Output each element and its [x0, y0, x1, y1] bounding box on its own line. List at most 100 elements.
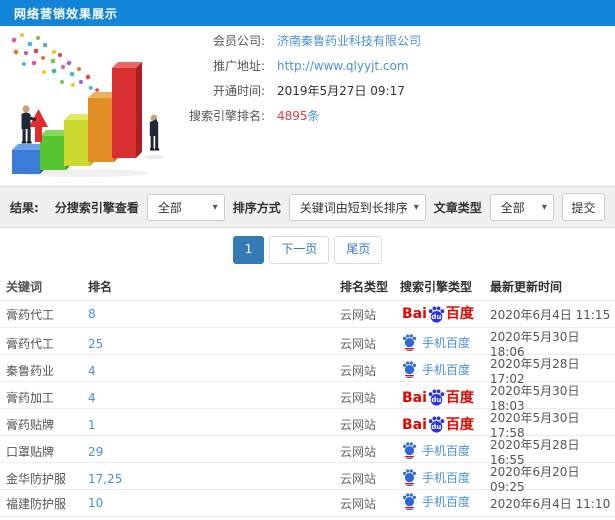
confetti-icon	[11, 33, 99, 92]
baidu-logo-bai: Bai	[402, 416, 427, 433]
opened-time-row: 开通时间: 2019年5月27日 09:17	[175, 78, 421, 103]
member-info: 会员公司: 济南秦鲁药业科技有限公司 推广地址: http://www.qlyy…	[175, 28, 421, 128]
baidu-logo-du: du	[431, 396, 442, 404]
article-type-select[interactable]: 全部 ▾	[489, 193, 554, 221]
keyword-cell: 膏药代工	[6, 307, 55, 322]
engine-filter-select[interactable]: 全部 ▾	[146, 193, 225, 221]
table-row: 秦鲁药业 4 云网站 手机百度 2020年5月28日 17:02	[0, 354, 615, 386]
article-type-value: 全部	[500, 200, 525, 215]
chevron-down-icon: ▾	[541, 201, 547, 213]
baidu-logo-bai: Bai	[402, 389, 427, 406]
mobile-baidu-icon: 手机百度	[402, 360, 470, 378]
rank-type-cell: 云网站	[340, 418, 377, 432]
rank-type-cell: 云网站	[340, 337, 377, 351]
rank-cell: 29	[88, 445, 340, 459]
engine-cell: 手机百度	[400, 493, 490, 513]
promo-url-row: 推广地址: http://www.qlyyjt.com	[175, 53, 421, 78]
chevron-down-icon: ▾	[413, 201, 419, 213]
engine-cell: Bai du 百度	[400, 416, 490, 433]
updated-cell: 2020年6月4日 11:15	[490, 307, 611, 322]
mobile-baidu-icon: 手机百度	[402, 493, 470, 510]
opened-time-label: 开通时间:	[212, 84, 265, 98]
rank-type-cell: 云网站	[340, 472, 377, 486]
businessman-thinking-icon	[144, 114, 164, 159]
table-row-partial	[0, 516, 615, 520]
rank-link[interactable]: 29	[88, 445, 103, 459]
engine-rank-row: 搜索引擎排名: 4895条	[175, 103, 421, 128]
keyword-cell: 福建防护服	[6, 496, 67, 511]
rank-type-cell: 云网站	[340, 307, 377, 322]
engine-cell: 手机百度	[400, 360, 490, 381]
baidu-logo-cn: 百度	[445, 389, 474, 406]
table-row: 膏药加工 4 云网站 Bai du 百度 2020年5月30日 18:03	[0, 381, 615, 413]
page-1-button[interactable]: 1	[232, 236, 265, 264]
rank-cell: 4	[88, 364, 340, 378]
rank-link[interactable]: 4	[88, 391, 96, 405]
keyword-cell: 口罩贴牌	[6, 445, 55, 459]
mobile-baidu-icon: 手机百度	[402, 333, 471, 351]
submit-button[interactable]: 提交	[561, 193, 605, 221]
keyword-cell: 金华防护服	[6, 472, 67, 486]
mobile-baidu-icon: 手机百度	[402, 468, 471, 486]
keyword-rank-table: 关键词 排名 排名类型 搜索引擎类型 最新更新时间 膏药代工 8 云网站 Bai…	[0, 272, 615, 520]
engine-cell: 手机百度	[400, 441, 490, 462]
table-row: 膏药贴牌 1 云网站 Bai du 百度 2020年5月30日 17:58	[0, 408, 615, 440]
engine-rank-value: 4895条	[277, 107, 320, 124]
baidu-paw-icon: du	[428, 416, 445, 433]
rank-cell: 1	[88, 418, 340, 432]
mobile-baidu-label: 手机百度	[422, 470, 471, 485]
mobile-baidu-label: 手机百度	[422, 443, 471, 458]
sort-filter-select[interactable]: 关键词由短到长排序 ▾	[288, 193, 426, 221]
mobile-baidu-label: 手机百度	[422, 335, 471, 350]
article-type-label: 文章类型	[433, 200, 482, 215]
last-page-button[interactable]: 尾页	[334, 236, 383, 264]
header-rank: 排名	[88, 279, 113, 294]
baidu-logo-cn: 百度	[445, 306, 474, 322]
pagination: 1 下一页 尾页	[0, 228, 615, 272]
table-header-row: 关键词 排名 排名类型 搜索引擎类型 最新更新时间	[0, 272, 615, 300]
table-row: 膏药代工 25 云网站 手机百度 2020年5月30日 18:06	[0, 327, 615, 359]
updated-cell: 2020年6月20日 09:25	[490, 465, 580, 494]
chevron-down-icon: ▾	[212, 201, 218, 213]
table-row: 金华防护服 17,25 云网站 手机百度 2020年6月20日 09:25	[0, 462, 615, 494]
promo-url-link[interactable]: http://www.qlyyjt.com	[277, 59, 409, 73]
engine-filter-label: 分搜索引擎查看	[54, 200, 139, 215]
header-updated: 最新更新时间	[490, 279, 563, 294]
keyword-cell: 膏药贴牌	[6, 418, 55, 432]
table-row: 口罩贴牌 29 云网站 手机百度 2020年5月28日 16:55	[0, 435, 615, 467]
sort-filter-value: 关键词由短到长排序	[299, 200, 408, 215]
baidu-logo-bai: Bai	[402, 306, 427, 322]
baidu-logo-du: du	[431, 423, 442, 431]
header-engine-type: 搜索引擎类型	[400, 279, 473, 294]
opened-time-value: 2019年5月27日 09:17	[277, 84, 405, 98]
mobile-baidu-label: 手机百度	[422, 495, 471, 509]
sort-filter-label: 排序方式	[232, 200, 281, 215]
engine-filter-value: 全部	[157, 200, 182, 215]
rank-cell: 4	[88, 391, 340, 405]
keyword-cell: 膏药加工	[6, 391, 55, 405]
rank-cell: 25	[88, 337, 340, 351]
rank-link[interactable]: 10	[88, 496, 103, 510]
engine-cell: Bai du 百度	[400, 306, 490, 323]
rank-link[interactable]: 1	[88, 418, 96, 432]
rank-link[interactable]: 4	[88, 364, 96, 378]
rank-link[interactable]: 25	[88, 337, 103, 351]
engine-cell: Bai du 百度	[400, 389, 490, 406]
baidu-logo-cn: 百度	[445, 416, 474, 433]
header-keyword: 关键词	[6, 279, 43, 294]
rank-type-cell: 云网站	[340, 391, 377, 405]
next-page-button[interactable]: 下一页	[269, 236, 330, 264]
baidu-logo-icon: Bai du 百度	[402, 306, 474, 323]
engine-cell: 手机百度	[400, 468, 490, 489]
rank-type-cell: 云网站	[340, 496, 377, 511]
rank-link[interactable]: 8	[88, 307, 96, 321]
table-row: 膏药代工 8 云网站 Bai du 百度 2020年6月4日 11:15	[0, 300, 615, 327]
filter-bar: 结果: 分搜索引擎查看 全部 ▾ 排序方式 关键词由短到长排序 ▾ 文章类型 全…	[0, 186, 615, 228]
company-link[interactable]: 济南秦鲁药业科技有限公司	[277, 32, 421, 49]
mobile-baidu-icon: 手机百度	[402, 441, 471, 459]
rank-link[interactable]: 17,25	[88, 472, 122, 486]
rank-cell: 10	[88, 496, 340, 510]
header-rank-type: 排名类型	[340, 279, 389, 294]
baidu-logo-icon: Bai du 百度	[402, 416, 474, 433]
rank-type-cell: 云网站	[340, 445, 377, 459]
